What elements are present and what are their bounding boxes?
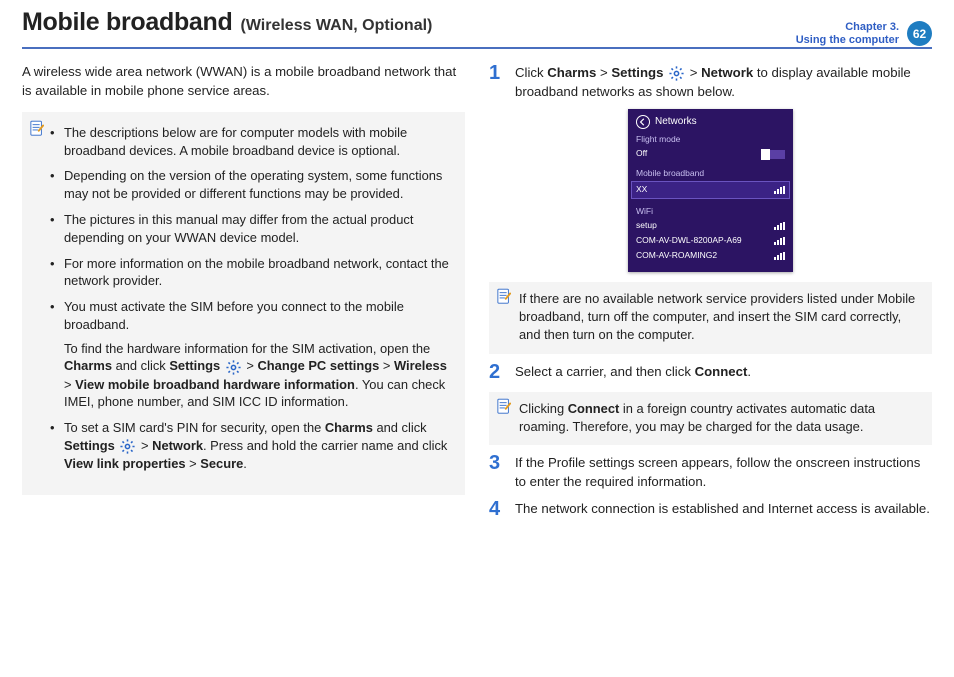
- page-subtitle: (Wireless WAN, Optional): [240, 17, 432, 35]
- step-body: Click Charms > Settings > Network to dis…: [515, 63, 932, 100]
- step-number: 4: [489, 499, 505, 519]
- page-title: Mobile broadband: [22, 8, 232, 37]
- note-box: Clicking Connect in a foreign country ac…: [489, 392, 932, 446]
- right-column: 1 Click Charms > Settings > Network to d…: [489, 63, 932, 527]
- note-text: If there are no available network servic…: [519, 291, 915, 342]
- page-header: Mobile broadband (Wireless WAN, Optional…: [22, 8, 932, 49]
- signal-icon: [774, 222, 785, 230]
- step-number: 2: [489, 362, 505, 382]
- signal-icon: [774, 252, 785, 260]
- note-item: You must activate the SIM before you con…: [64, 298, 451, 411]
- step-4: 4 The network connection is established …: [489, 499, 932, 519]
- note-item: The pictures in this manual may differ f…: [64, 211, 451, 247]
- gear-icon: [668, 65, 685, 82]
- step-3: 3 If the Profile settings screen appears…: [489, 453, 932, 490]
- note-item: The descriptions below are for computer …: [64, 124, 451, 160]
- chapter-number: Chapter 3.: [796, 21, 899, 34]
- note-subparagraph: To find the hardware information for the…: [64, 340, 451, 411]
- step-2: 2 Select a carrier, and then click Conne…: [489, 362, 932, 382]
- chapter-indicator: Chapter 3. Using the computer 62: [796, 21, 932, 46]
- note-icon: [30, 120, 44, 138]
- flight-mode-label: Flight mode: [636, 134, 785, 146]
- windows-networks-screenshot: Networks Flight mode Off Mobile broadban…: [628, 109, 793, 273]
- flight-off-label: Off: [636, 148, 647, 160]
- note-icon: [497, 288, 511, 306]
- left-column: A wireless wide area network (WWAN) is a…: [22, 63, 465, 527]
- step-body: Select a carrier, and then click Connect…: [515, 362, 932, 382]
- mobile-broadband-label: Mobile broadband: [636, 168, 785, 180]
- note-icon: [497, 398, 511, 416]
- step-number: 3: [489, 453, 505, 490]
- note-item: For more information on the mobile broad…: [64, 255, 451, 291]
- note-box: If there are no available network servic…: [489, 282, 932, 353]
- step-1: 1 Click Charms > Settings > Network to d…: [489, 63, 932, 100]
- mb-network-selected: XX: [632, 182, 789, 198]
- flight-mode-toggle: [761, 150, 785, 159]
- wifi-network-row: COM-AV-DWL-8200AP-A69: [636, 235, 785, 247]
- step-body: The network connection is established an…: [515, 499, 932, 519]
- note-item: To set a SIM card's PIN for security, op…: [64, 419, 451, 473]
- gear-icon: [119, 438, 136, 455]
- note-list: The descriptions below are for computer …: [36, 124, 451, 473]
- step-number: 1: [489, 63, 505, 100]
- signal-icon: [774, 186, 785, 194]
- wifi-label: WiFi: [636, 206, 785, 218]
- chapter-name: Using the computer: [796, 34, 899, 47]
- networks-title: Networks: [655, 115, 697, 129]
- wifi-network-row: COM-AV-ROAMING2: [636, 250, 785, 262]
- note-text: Clicking Connect in a foreign country ac…: [519, 401, 875, 434]
- back-icon: [636, 115, 650, 129]
- signal-icon: [774, 237, 785, 245]
- gear-icon: [225, 359, 242, 376]
- intro-paragraph: A wireless wide area network (WWAN) is a…: [22, 63, 465, 99]
- step-body: If the Profile settings screen appears, …: [515, 453, 932, 490]
- page-number-badge: 62: [907, 21, 932, 46]
- wifi-network-row: setup: [636, 220, 785, 232]
- note-item: Depending on the version of the operatin…: [64, 167, 451, 203]
- note-box: The descriptions below are for computer …: [22, 112, 465, 495]
